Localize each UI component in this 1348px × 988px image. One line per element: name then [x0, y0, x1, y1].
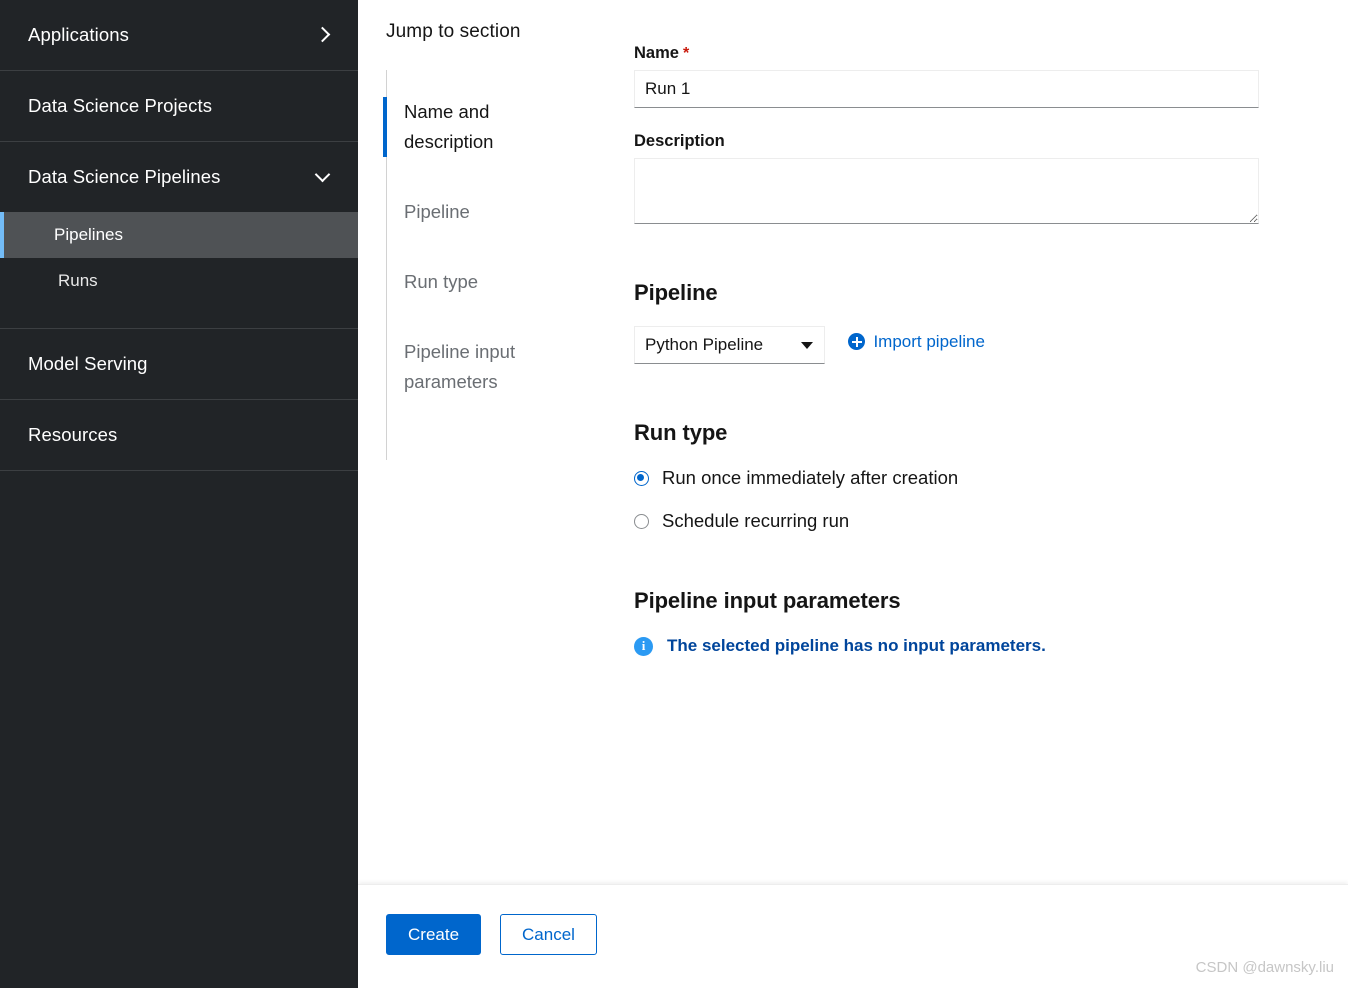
jump-to-section-nav: Name and description Pipeline Run type P… — [383, 70, 566, 460]
nav-group-data-science-projects: Data Science Projects — [0, 71, 358, 142]
watermark: CSDN @dawnsky.liu — [1195, 959, 1334, 976]
plus-circle-icon — [848, 333, 866, 350]
import-pipeline-link[interactable]: Import pipeline — [848, 332, 985, 352]
sidebar-item-label: Applications — [28, 24, 129, 45]
app-root: Applications Data Science Projects Data … — [0, 0, 1348, 988]
sidebar-item-label: Runs — [58, 271, 98, 290]
sidebar-item-label: Data Science Projects — [28, 95, 213, 116]
subnav-spacer — [0, 304, 358, 328]
sidebar-item-model-serving[interactable]: Model Serving — [0, 329, 358, 399]
jump-item-pipeline[interactable]: Pipeline — [387, 197, 566, 227]
pipeline-select-value: Python Pipeline — [645, 335, 764, 354]
jump-nav-bottom-pad — [387, 397, 566, 460]
jump-item-name-and-description[interactable]: Name and description — [383, 97, 566, 157]
sidebar-item-resources[interactable]: Resources — [0, 400, 358, 470]
run-type-section-title: Run type — [634, 420, 728, 445]
no-input-parameters-message: i The selected pipeline has no input par… — [634, 636, 1259, 656]
chevron-right-icon[interactable] — [314, 26, 332, 44]
jump-item-label-line1: Name and — [404, 101, 490, 122]
radio-schedule-recurring[interactable]: Schedule recurring run — [634, 510, 1259, 532]
sidebar-item-label: Pipelines — [54, 225, 123, 244]
info-circle-icon: i — [634, 636, 653, 656]
radio-run-once[interactable]: Run once immediately after creation — [634, 467, 1259, 489]
radio-schedule-recurring-label: Schedule recurring run — [662, 510, 850, 531]
sidebar-item-label: Model Serving — [28, 353, 148, 374]
name-label-text: Name — [634, 44, 679, 62]
jump-item-label-line1: Pipeline input — [404, 341, 516, 362]
chevron-down-icon[interactable] — [314, 168, 332, 186]
jump-item-pipeline-input-parameters[interactable]: Pipeline input parameters — [387, 337, 566, 397]
nav-group-data-science-pipelines: Data Science Pipelines Pipelines Runs — [0, 142, 358, 329]
jump-nav-gap — [387, 227, 566, 267]
jump-item-label-line2: description — [404, 131, 494, 152]
jump-item-label-line1: Pipeline — [404, 201, 470, 222]
sidebar-item-label: Data Science Pipelines — [28, 166, 221, 187]
pipeline-select[interactable]: Python Pipeline — [634, 326, 825, 364]
sidebar-item-data-science-projects[interactable]: Data Science Projects — [0, 71, 358, 141]
sidebar-item-label: Resources — [28, 424, 118, 445]
radio-button-selected-icon[interactable] — [634, 470, 649, 486]
sidebar-item-data-science-pipelines[interactable]: Data Science Pipelines — [0, 142, 358, 212]
radio-button-unselected-icon[interactable] — [634, 513, 649, 529]
required-asterisk: * — [682, 45, 690, 62]
jump-nav-gap — [387, 157, 566, 197]
main-content: Jump to section Name and description Pip… — [358, 0, 1348, 988]
jump-item-label-line2: parameters — [404, 371, 498, 392]
chevron-down-icon — [801, 341, 813, 349]
primary-sidebar: Applications Data Science Projects Data … — [0, 0, 358, 988]
sidebar-item-pipelines[interactable]: Pipelines — [0, 212, 358, 258]
jump-nav-gap — [387, 297, 566, 337]
nav-group-resources: Resources — [0, 400, 358, 471]
radio-run-once-label: Run once immediately after creation — [662, 467, 959, 488]
description-textarea[interactable] — [634, 158, 1259, 224]
form-scroll-area: Jump to section Name and description Pip… — [358, 0, 1348, 884]
pipeline-input-parameters-section-title: Pipeline input parameters — [634, 588, 901, 613]
import-pipeline-label: Import pipeline — [873, 331, 985, 351]
jump-item-label-line1: Run type — [404, 271, 479, 292]
jump-item-run-type[interactable]: Run type — [387, 267, 566, 297]
no-input-parameters-text: The selected pipeline has no input param… — [667, 636, 1046, 655]
name-field-label: Name * — [634, 44, 1259, 63]
create-run-form: Name* Description Pipeline Python Pipeli… — [634, 44, 1259, 656]
cancel-button[interactable]: Cancel — [500, 914, 597, 955]
jump-to-section-title: Jump to section — [386, 21, 521, 42]
nav-group-model-serving: Model Serving — [0, 329, 358, 400]
jump-nav-top-pad — [387, 70, 566, 97]
pipeline-section-title: Pipeline — [634, 280, 718, 305]
sidebar-item-runs[interactable]: Runs — [0, 258, 358, 304]
create-button[interactable]: Create — [386, 914, 482, 955]
sidebar-item-applications[interactable]: Applications — [0, 0, 358, 70]
nav-group-applications: Applications — [0, 0, 358, 71]
sidebar-subnav-pipelines: Pipelines Runs — [0, 212, 358, 328]
name-input[interactable] — [634, 70, 1259, 108]
description-field-label: Description — [634, 132, 725, 150]
